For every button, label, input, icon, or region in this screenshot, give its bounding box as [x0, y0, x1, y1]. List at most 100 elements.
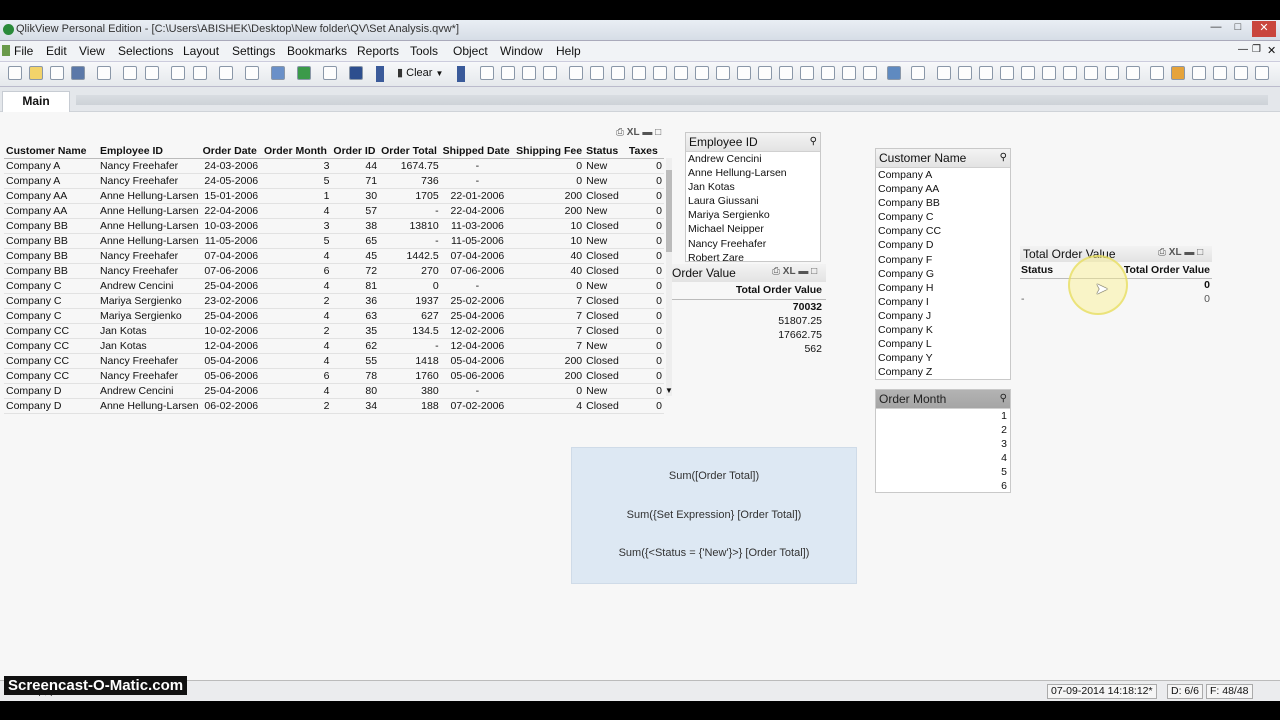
table-cell[interactable]: 35 — [331, 323, 380, 339]
table-cell[interactable]: 25-04-2006 — [200, 278, 262, 294]
list-item[interactable]: Nancy Freehafer — [686, 237, 820, 251]
table-cell[interactable]: 22-04-2006 — [200, 203, 262, 219]
order-value-col-header[interactable]: Total Order Value — [724, 284, 822, 296]
table-cell[interactable]: Anne Hellung-Larsen — [97, 233, 201, 249]
open-icon[interactable] — [29, 66, 43, 80]
menu-edit[interactable]: Edit — [46, 44, 67, 58]
table-cell[interactable]: 7 — [514, 308, 585, 324]
col-employee-id[interactable]: Employee ID — [97, 144, 201, 159]
col-shipped-date[interactable]: Shipped Date — [440, 144, 515, 159]
table-cell[interactable]: 2 — [261, 293, 332, 309]
table-cell[interactable]: 07-06-2006 — [200, 263, 262, 279]
col-shipping-fee[interactable]: Shipping Fee — [514, 144, 585, 159]
table-cell[interactable]: 78 — [331, 368, 380, 384]
list-item[interactable]: Company A — [876, 168, 1010, 182]
table-cell[interactable]: 55 — [331, 353, 380, 369]
align-top-icon[interactable] — [1000, 66, 1014, 80]
table-cell[interactable]: Company BB — [4, 248, 98, 264]
table-cell[interactable]: 0 — [626, 218, 664, 234]
table-cell[interactable]: Nancy Freehafer — [97, 368, 201, 384]
table-cell[interactable]: 30 — [331, 188, 380, 204]
current-selections-icon[interactable] — [695, 66, 709, 80]
table-cell[interactable]: 40 — [514, 263, 585, 279]
list-item[interactable]: 2 — [876, 423, 1010, 437]
new-icon[interactable] — [8, 66, 22, 80]
list-item[interactable]: Company C — [876, 210, 1010, 224]
table-cell[interactable]: 0 — [626, 278, 664, 294]
table-row[interactable]: Company CC Jan Kotas 10-02-2006 2 35 134.5 12-… — [4, 323, 664, 339]
table-cell[interactable]: 71 — [331, 173, 380, 189]
table-row[interactable]: Company C Mariya Sergienko 25-04-2006 4 63 62… — [4, 308, 664, 324]
search-object-icon[interactable] — [821, 66, 835, 80]
table-cell[interactable]: 10 — [514, 218, 585, 234]
table-cell[interactable]: 0 — [626, 248, 664, 264]
table-cell[interactable]: 200 — [514, 368, 585, 384]
table-cell[interactable]: - — [379, 233, 441, 249]
same-width-icon[interactable] — [1105, 66, 1119, 80]
table-cell[interactable]: Company CC — [4, 353, 98, 369]
sheet-properties-icon[interactable] — [543, 66, 557, 80]
table-viewer-icon[interactable] — [271, 66, 285, 80]
table-cell[interactable]: - — [379, 203, 441, 219]
list-item[interactable]: Andrew Cencini — [686, 152, 820, 166]
toolbar-grip-2[interactable] — [457, 66, 465, 82]
table-cell[interactable]: 44 — [331, 158, 380, 174]
same-height-icon[interactable] — [1126, 66, 1140, 80]
table-cell[interactable]: Company BB — [4, 263, 98, 279]
table-box[interactable]: ⎙ XL ▬ □ Customer Name Employee ID Order… — [4, 126, 673, 414]
table-cell[interactable]: - — [440, 278, 515, 294]
list-item[interactable]: Mariya Sergienko — [686, 208, 820, 222]
table-cell[interactable]: 25-04-2006 — [200, 383, 262, 399]
table-cell[interactable]: - — [440, 173, 515, 189]
list-item[interactable]: Laura Giussani — [686, 194, 820, 208]
table-cell[interactable]: 11-05-2006 — [440, 233, 515, 249]
table-cell[interactable]: 10-03-2006 — [200, 218, 262, 234]
table-cell[interactable]: 11-05-2006 — [200, 233, 262, 249]
table-row[interactable]: Company A Nancy Freehafer 24-05-2006 5 71 736… — [4, 173, 664, 189]
table-cell[interactable]: 1442.5 — [379, 248, 441, 264]
table-cell[interactable]: Anne Hellung-Larsen — [97, 203, 201, 219]
list-item[interactable]: Company J — [876, 309, 1010, 323]
list-item[interactable]: Anne Hellung-Larsen — [686, 166, 820, 180]
table-cell[interactable]: 15-01-2006 — [200, 188, 262, 204]
list-item[interactable]: Company Y — [876, 351, 1010, 365]
table-cell[interactable]: 4 — [261, 308, 332, 324]
table-cell[interactable]: 0 — [626, 293, 664, 309]
table-cell[interactable]: 2 — [261, 398, 332, 414]
table-cell[interactable]: 22-04-2006 — [440, 203, 515, 219]
table-cell[interactable]: Closed — [584, 248, 627, 264]
search-icon[interactable]: ⚲ — [1000, 149, 1007, 167]
table-row[interactable]: Company BB Nancy Freehafer 07-04-2006 4 45 14… — [4, 248, 664, 264]
menu-view[interactable]: View — [79, 44, 105, 58]
table-cell[interactable]: 4 — [261, 338, 332, 354]
list-item[interactable]: Company D — [876, 238, 1010, 252]
table-cell[interactable]: 0 — [514, 278, 585, 294]
table-cell[interactable]: 0 — [626, 233, 664, 249]
table-row[interactable]: Company CC Jan Kotas 12-04-2006 4 62-12-04-2… — [4, 338, 664, 354]
table-cell[interactable]: - — [379, 338, 441, 354]
chart-icon[interactable] — [653, 66, 667, 80]
table-cell[interactable]: 06-02-2006 — [200, 398, 262, 414]
table-cell[interactable]: 05-06-2006 — [440, 368, 515, 384]
table-row[interactable]: Company C Mariya Sergienko 23-02-2006 2 36 19… — [4, 293, 664, 309]
table-row[interactable]: Company BB Anne Hellung-Larsen 11-05-2006 5… — [4, 233, 664, 249]
menu-file[interactable]: File — [14, 44, 33, 58]
table-row[interactable]: Company D Anne Hellung-Larsen 06-02-2006 2 3… — [4, 398, 664, 414]
table-cell[interactable]: 1418 — [379, 353, 441, 369]
table-cell[interactable]: 6 — [261, 368, 332, 384]
search-icon[interactable] — [219, 66, 233, 80]
expression-text-box[interactable]: Sum([Order Total]) Sum({Set Expression} … — [571, 447, 857, 584]
table-cell[interactable]: 0 — [626, 173, 664, 189]
list-item[interactable]: 4 — [876, 451, 1010, 465]
table-cell[interactable]: 25-02-2006 — [440, 293, 515, 309]
table-cell[interactable]: 7 — [514, 293, 585, 309]
space-vertical-icon[interactable] — [1084, 66, 1098, 80]
table-cell[interactable]: 25-04-2006 — [200, 308, 262, 324]
table-cell[interactable]: 40 — [514, 248, 585, 264]
table-cell[interactable]: 63 — [331, 308, 380, 324]
move-forward-icon[interactable] — [522, 66, 536, 80]
table-cell[interactable]: Company C — [4, 278, 98, 294]
table-cell[interactable]: 4 — [261, 353, 332, 369]
table-row[interactable]: Company A Nancy Freehafer 24-03-2006 3 44 167… — [4, 158, 664, 174]
table-cell[interactable]: Company CC — [4, 323, 98, 339]
